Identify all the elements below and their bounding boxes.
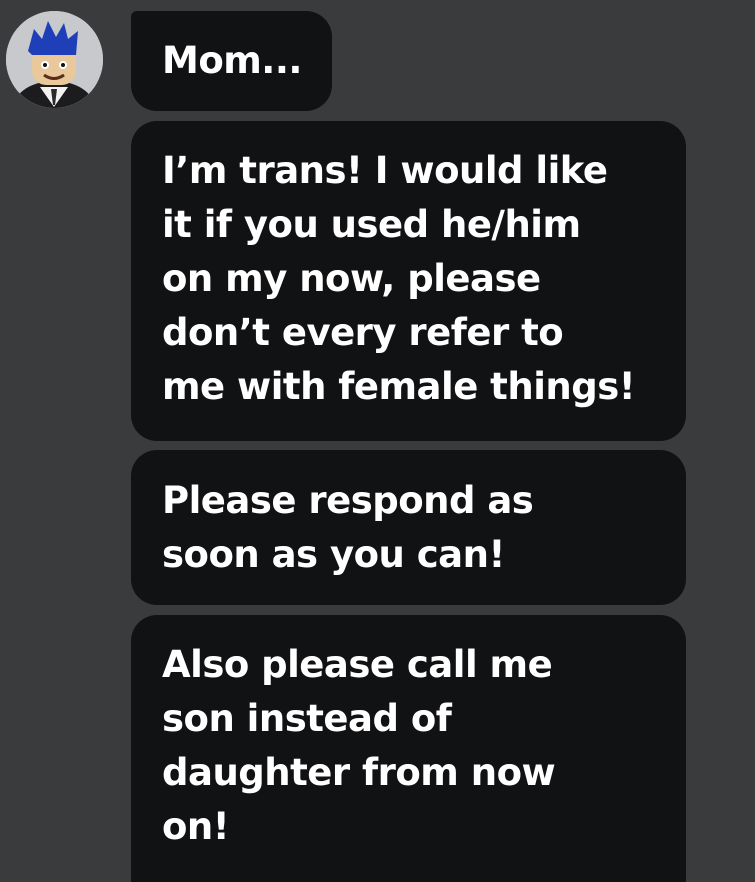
message-bubble: I’m trans! I would like it if you used h… [131, 121, 686, 441]
message-bubble: Please respond as soon as you can! [131, 450, 686, 605]
message-bubble: Also please call me son instead of daugh… [131, 615, 686, 882]
message-text: don’t every refer to [162, 311, 564, 354]
avatar[interactable] [6, 11, 103, 108]
message-text: me with female things! [162, 365, 636, 408]
message-bubble: Mom... [131, 11, 332, 111]
message-text: Mom... [162, 39, 302, 82]
roblox-avatar-icon [6, 11, 103, 108]
message-text: daughter from now [162, 751, 556, 794]
message-text: it if you used he/him [162, 203, 581, 246]
message-text: Please respond as [162, 479, 534, 522]
message-text: on! [162, 805, 230, 848]
message-text: soon as you can! [162, 533, 505, 576]
message-text: Also please call me [162, 643, 553, 686]
message-text: on my now, please [162, 257, 541, 300]
message-text: son instead of [162, 697, 452, 740]
chat-thread: Mom... I’m trans! I would like it if you… [0, 0, 755, 882]
message-text: I’m trans! I would like [162, 149, 608, 192]
